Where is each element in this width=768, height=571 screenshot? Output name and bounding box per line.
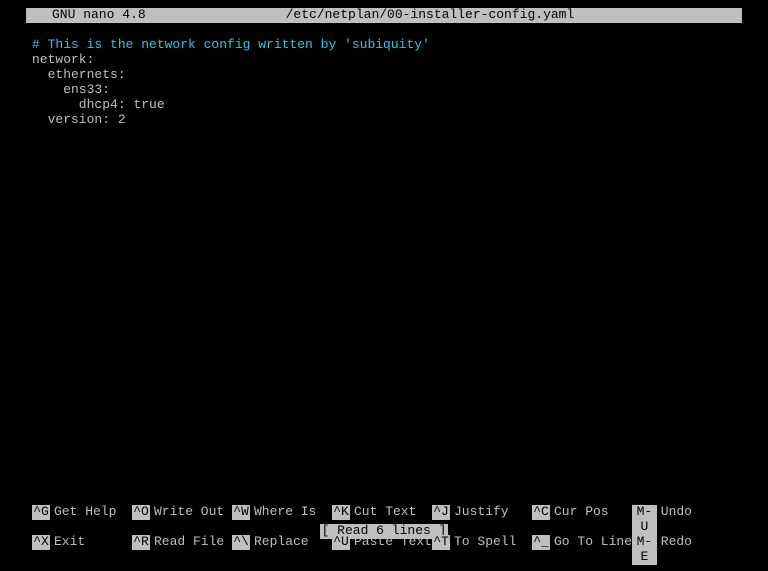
shortcut-cut-text[interactable]: ^K Cut Text: [332, 505, 432, 535]
shortcut-to-spell[interactable]: ^T To Spell: [432, 535, 532, 565]
app-name: GNU nano 4.8: [30, 8, 146, 23]
keycap: ^C: [532, 505, 550, 520]
shortcut-label: Get Help: [54, 505, 116, 520]
editor-line: network:: [32, 52, 94, 67]
shortcuts-panel: ^G Get Help ^O Write Out ^W Where Is ^K Cut …: [0, 505, 768, 571]
keycap: ^X: [32, 535, 50, 550]
editor-line: version: 2: [32, 112, 126, 127]
shortcut-go-to-line[interactable]: ^_ Go To Line: [532, 535, 632, 565]
file-path: /etc/netplan/00-installer-config.yaml: [146, 8, 738, 23]
shortcut-label: Where Is: [254, 505, 316, 520]
editor-line: ethernets:: [32, 67, 126, 82]
keycap: ^\: [232, 535, 250, 550]
shortcut-read-file[interactable]: ^R Read File: [132, 535, 232, 565]
shortcut-label: Cut Text: [354, 505, 416, 520]
shortcut-label: Write Out: [154, 505, 224, 520]
keycap: ^J: [432, 505, 450, 520]
keycap: ^O: [132, 505, 150, 520]
shortcut-label: Replace: [254, 535, 309, 550]
shortcut-label: Exit: [54, 535, 85, 550]
shortcut-exit[interactable]: ^X Exit: [32, 535, 132, 565]
shortcut-row-1: ^G Get Help ^O Write Out ^W Where Is ^K Cut …: [32, 505, 736, 535]
shortcut-undo[interactable]: M-U Undo: [632, 505, 692, 535]
shortcut-label: Paste Text: [354, 535, 432, 550]
keycap: ^T: [432, 535, 450, 550]
keycap: ^_: [532, 535, 550, 550]
shortcut-label: To Spell: [454, 535, 516, 550]
keycap: ^G: [32, 505, 50, 520]
shortcut-replace[interactable]: ^\ Replace: [232, 535, 332, 565]
keycap: M-E: [632, 535, 657, 565]
editor-line: dhcp4: true: [32, 97, 165, 112]
shortcut-justify[interactable]: ^J Justify: [432, 505, 532, 535]
shortcut-label: Redo: [661, 535, 692, 550]
title-bar: GNU nano 4.8 /etc/netplan/00-installer-c…: [26, 8, 742, 23]
keycap: ^R: [132, 535, 150, 550]
shortcut-label: Read File: [154, 535, 224, 550]
shortcut-get-help[interactable]: ^G Get Help: [32, 505, 132, 535]
comment-line: # This is the network config written by …: [32, 37, 430, 52]
shortcut-label: Cur Pos: [554, 505, 609, 520]
keycap: M-U: [632, 505, 657, 535]
editor-area[interactable]: # This is the network config written by …: [0, 23, 768, 128]
keycap: ^W: [232, 505, 250, 520]
shortcut-label: Justify: [454, 505, 509, 520]
editor-line: ens33:: [32, 82, 110, 97]
shortcut-label: Undo: [661, 505, 692, 520]
keycap: ^U: [332, 535, 350, 550]
shortcut-row-2: ^X Exit ^R Read File ^\ Replace ^U Paste Tex…: [32, 535, 736, 565]
shortcut-label: Go To Line: [554, 535, 632, 550]
shortcut-paste-text[interactable]: ^U Paste Text: [332, 535, 432, 565]
shortcut-write-out[interactable]: ^O Write Out: [132, 505, 232, 535]
shortcut-cur-pos[interactable]: ^C Cur Pos: [532, 505, 632, 535]
shortcut-redo[interactable]: M-E Redo: [632, 535, 692, 565]
shortcut-where-is[interactable]: ^W Where Is: [232, 505, 332, 535]
keycap: ^K: [332, 505, 350, 520]
